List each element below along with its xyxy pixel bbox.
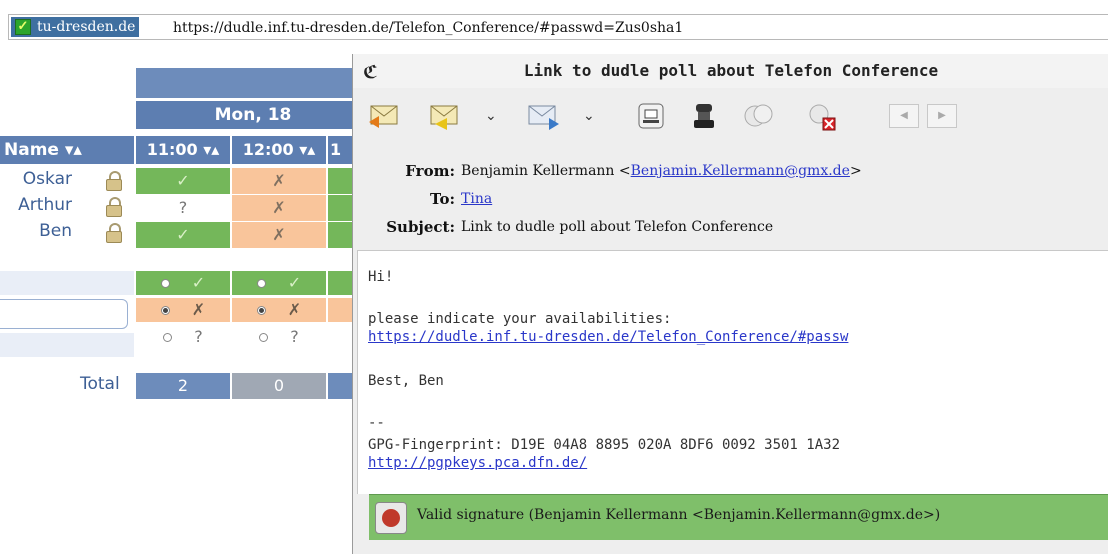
- next-message-icon[interactable]: ▶: [927, 104, 957, 128]
- vote-cell: ✗: [232, 168, 326, 194]
- body-line: please indicate your availabilities:: [368, 311, 672, 327]
- option-no-1100[interactable]: ✗: [136, 298, 230, 322]
- maybe-symbol: ?: [194, 327, 203, 346]
- wax-seal-icon: [382, 509, 400, 527]
- site-identity-badge[interactable]: ✓ tu-dresden.de: [11, 17, 140, 37]
- reply-all-dropdown-chevron-down-icon[interactable]: ⌄: [485, 100, 499, 132]
- poll-header-blank: [136, 68, 370, 98]
- vote-cell: ✓: [136, 168, 230, 194]
- print-icon[interactable]: [633, 100, 669, 132]
- mail-titlebar[interactable]: ℭ Link to dudle poll about Telefon Confe…: [353, 54, 1108, 88]
- radio-no-selected[interactable]: [160, 306, 170, 315]
- vote-cell: ✗: [232, 222, 326, 248]
- subject-value: Link to dudle poll about Telefon Confere…: [461, 219, 774, 235]
- from-email-link[interactable]: Benjamin.Kellermann@gmx.de: [631, 163, 850, 179]
- forward-dropdown-chevron-down-icon[interactable]: ⌄: [583, 100, 597, 132]
- from-close: >: [849, 163, 862, 179]
- total-1200: 0: [232, 373, 326, 399]
- poll-link[interactable]: https://dudle.inf.tu-dresden.de/Telefon_…: [368, 329, 848, 345]
- from-name: Benjamin Kellermann <: [461, 163, 631, 179]
- participant-name[interactable]: Ben: [0, 221, 72, 241]
- radio-yes[interactable]: [256, 279, 266, 288]
- vote-cell: ?: [136, 195, 230, 221]
- archive-icon[interactable]: [689, 100, 719, 132]
- from-value: Benjamin Kellermann <Benjamin.Kellermann…: [461, 163, 862, 179]
- option-yes-1200[interactable]: ✓: [232, 271, 326, 295]
- radio-yes[interactable]: [160, 279, 170, 288]
- time-header-1100[interactable]: 11:00 ▾▴: [136, 136, 230, 164]
- participant-name[interactable]: Oskar: [0, 169, 72, 189]
- yes-symbol: ✓: [287, 273, 302, 292]
- delete-icon[interactable]: [805, 100, 841, 132]
- signature-status-bar: Valid signature (Benjamin Kellermann <Be…: [369, 494, 1108, 540]
- option-maybe-1100[interactable]: ?: [136, 325, 230, 349]
- poll-table: Mon, 18 Name ▾▴ 11:00 ▾▴ 12:00 ▾▴ 1 Oska…: [0, 68, 370, 408]
- radio-maybe[interactable]: [259, 333, 269, 342]
- body-greeting: Hi!: [368, 269, 394, 285]
- option-yes-1100[interactable]: ✓: [136, 271, 230, 295]
- vote-cell: ✗: [232, 195, 326, 221]
- vote-cell: ✓: [136, 222, 230, 248]
- time-header-1200[interactable]: 12:00 ▾▴: [232, 136, 326, 164]
- reply-icon[interactable]: [367, 100, 403, 132]
- reply-all-icon[interactable]: [427, 100, 463, 132]
- participant-name[interactable]: Arthur: [0, 195, 72, 215]
- name-column-header[interactable]: Name ▾▴: [0, 136, 134, 164]
- total-label: Total: [80, 374, 120, 394]
- option-maybe-1200[interactable]: ?: [232, 325, 326, 349]
- lock-icon: [106, 223, 122, 243]
- radio-maybe[interactable]: [163, 333, 173, 342]
- new-participant-name-input[interactable]: [0, 299, 128, 329]
- mail-headers: From: Benjamin Kellermann <Benjamin.Kell…: [353, 154, 1108, 246]
- mail-toolbar: ⌄ ⌄ ◀ ▶: [353, 90, 1108, 142]
- verified-check-icon: ✓: [15, 19, 31, 35]
- maybe-symbol: ?: [290, 327, 299, 346]
- option-no-1200[interactable]: ✗: [232, 298, 326, 322]
- no-symbol: ✗: [287, 300, 302, 319]
- forward-icon[interactable]: [525, 100, 561, 132]
- url-bar[interactable]: ✓ tu-dresden.de https://dudle.inf.tu-dre…: [8, 14, 1108, 40]
- subject-label: Subject:: [386, 218, 455, 236]
- junk-icon[interactable]: [741, 100, 777, 132]
- previous-message-icon[interactable]: ◀: [889, 104, 919, 128]
- mail-window: ℭ Link to dudle poll about Telefon Confe…: [352, 54, 1108, 554]
- radio-no-selected[interactable]: [256, 306, 266, 315]
- signature-details-button[interactable]: [375, 502, 407, 534]
- day-header: Mon, 18: [136, 101, 370, 129]
- to-recipient-link[interactable]: Tina: [461, 191, 492, 207]
- new-entry-bg-bottom: [0, 333, 134, 357]
- body-closing: Best, Ben: [368, 373, 444, 389]
- gpg-fingerprint: GPG-Fingerprint: D19E 04A8 8895 020A 8DF…: [368, 437, 841, 453]
- from-label: From:: [405, 162, 455, 180]
- to-label: To:: [430, 190, 455, 208]
- lock-icon: [106, 171, 122, 191]
- site-identity-label: tu-dresden.de: [37, 19, 136, 35]
- url-text[interactable]: https://dudle.inf.tu-dresden.de/Telefon_…: [173, 18, 683, 38]
- no-symbol: ✗: [191, 300, 206, 319]
- total-1100: 2: [136, 373, 230, 399]
- lock-icon: [106, 197, 122, 217]
- signature-status-text: Valid signature (Benjamin Kellermann <Be…: [417, 507, 941, 523]
- mail-title: Link to dudle poll about Telefon Confere…: [523, 61, 939, 80]
- yes-symbol: ✓: [191, 273, 206, 292]
- pgp-keys-link[interactable]: http://pgpkeys.pca.dfn.de/: [368, 455, 587, 471]
- signature-separator: --: [368, 415, 385, 431]
- mail-body[interactable]: Hi! please indicate your availabilities:…: [357, 250, 1108, 494]
- new-entry-bg-top: [0, 271, 134, 295]
